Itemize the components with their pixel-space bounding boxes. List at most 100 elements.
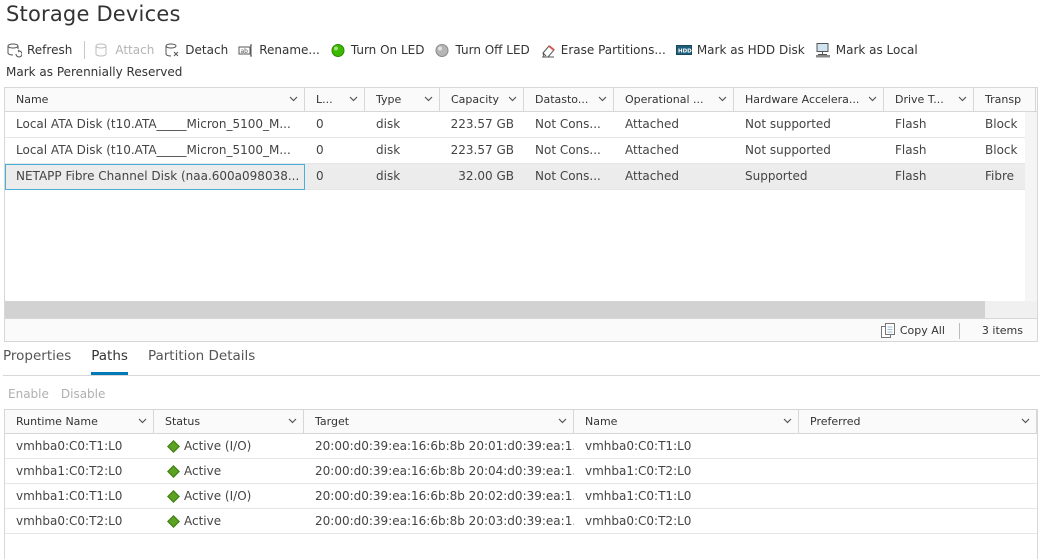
chevron-down-icon[interactable] <box>598 96 607 102</box>
table-row[interactable]: vmhba0:C0:T1:L0 Active (I/O) 20:00:d0:39:e… <box>5 434 1037 459</box>
vertical-scrollbar[interactable] <box>1025 112 1037 302</box>
column-header-datasto[interactable]: Datasto... <box>524 88 614 112</box>
cell-text: Attached <box>625 169 679 183</box>
rename-label: Rename... <box>259 43 320 57</box>
mark-perennially-reserved-button[interactable]: Mark as Perennially Reserved <box>6 65 1046 79</box>
column-header-name[interactable]: Name <box>574 410 799 434</box>
cell-runtime-name: vmhba1:C0:T1:L0 <box>5 484 154 509</box>
column-header-drive-t[interactable]: Drive T... <box>884 88 974 112</box>
chevron-down-icon[interactable] <box>349 96 358 102</box>
refresh-label: Refresh <box>27 43 73 57</box>
grid-footer: Copy All 3 items <box>5 318 1037 341</box>
chevron-down-icon[interactable] <box>718 96 727 102</box>
table-row[interactable]: NETAPP Fibre Channel Disk (naa.600a09803… <box>5 164 1037 190</box>
cell-text: Local ATA Disk (t10.ATA_____Micron_5100_… <box>16 117 291 131</box>
cell-text: Not supported <box>745 117 831 131</box>
chevron-down-icon[interactable] <box>508 96 517 102</box>
rename-icon: ab <box>238 42 254 58</box>
tab-properties[interactable]: Properties <box>3 346 71 375</box>
horizontal-scrollbar[interactable] <box>5 301 1037 318</box>
cell-datasto: Not Cons... <box>524 164 614 190</box>
cell-operational: Attached <box>614 138 734 164</box>
column-header-preferred[interactable]: Preferred <box>799 410 1037 434</box>
attach-button[interactable]: Attach <box>94 40 154 60</box>
cell-text: Not supported <box>745 143 831 157</box>
turn-on-led-label: Turn On LED <box>350 43 425 57</box>
copy-icon <box>880 322 896 339</box>
cell-text: disk <box>376 169 401 183</box>
detach-button[interactable]: Detach <box>164 40 228 60</box>
column-header-label: Runtime Name <box>16 415 98 428</box>
copy-all-button[interactable]: Copy All <box>880 322 945 339</box>
scrollbar-thumb[interactable] <box>5 301 985 318</box>
column-header-hardware-accelera[interactable]: Hardware Accelera... <box>734 88 884 112</box>
cell-text: Flash <box>895 117 927 131</box>
cell-hardware-accelera: Not supported <box>734 112 884 138</box>
mark-hdd-button[interactable]: HDD Mark as HDD Disk <box>675 40 805 60</box>
cell-text: vmhba1:C0:T2:L0 <box>585 464 692 478</box>
table-row[interactable]: Local ATA Disk (t10.ATA_____Micron_5100_… <box>5 112 1037 138</box>
chevron-down-icon[interactable] <box>558 418 567 424</box>
column-header-operational[interactable]: Operational ... <box>614 88 734 112</box>
cell-text: Fibre <box>985 169 1015 183</box>
erase-partitions-button[interactable]: Erase Partitions... <box>540 40 666 60</box>
chevron-down-icon[interactable] <box>1021 418 1030 424</box>
cell-type: disk <box>365 164 440 190</box>
turn-off-led-label: Turn Off LED <box>455 43 530 57</box>
column-header-type[interactable]: Type <box>365 88 440 112</box>
grid-header: Name L... Type Capacity Datasto... Operationa… <box>5 88 1037 112</box>
grid-body: Local ATA Disk (t10.ATA_____Micron_5100_… <box>5 112 1037 190</box>
cell-name: vmhba0:C0:T1:L0 <box>574 434 799 459</box>
mark-local-label: Mark as Local <box>835 43 918 57</box>
footer-divider <box>958 322 960 339</box>
column-header-label: Name <box>585 415 618 428</box>
chevron-down-icon[interactable] <box>868 96 877 102</box>
cell-name: vmhba1:C0:T1:L0 <box>574 484 799 509</box>
enable-button[interactable]: Enable <box>8 387 49 401</box>
chevron-down-icon[interactable] <box>958 96 967 102</box>
column-header-label: Type <box>376 93 402 106</box>
chevron-down-icon[interactable] <box>424 96 433 102</box>
cell-name: Local ATA Disk (t10.ATA_____Micron_5100_… <box>5 112 305 138</box>
refresh-icon <box>6 42 22 58</box>
cell-name: NETAPP Fibre Channel Disk (naa.600a09803… <box>5 164 305 190</box>
turn-off-led-button[interactable]: Turn Off LED <box>434 40 530 60</box>
tab-paths[interactable]: Paths <box>91 346 128 375</box>
mark-local-button[interactable]: Mark as Local <box>815 40 918 60</box>
column-header-target[interactable]: Target <box>304 410 574 434</box>
local-host-icon <box>815 42 831 58</box>
chevron-down-icon[interactable] <box>289 96 298 102</box>
table-row[interactable]: Local ATA Disk (t10.ATA_____Micron_5100_… <box>5 138 1037 164</box>
led-on-icon <box>330 42 346 58</box>
cell-text: Active (I/O) <box>184 489 252 503</box>
table-row[interactable]: vmhba1:C0:T2:L0 Active 20:00:d0:39:ea:16:6… <box>5 459 1037 484</box>
toolbar: Refresh Attach Detach ab Rename... Turn … <box>6 40 1046 79</box>
table-row[interactable]: vmhba0:C0:T2:L0 Active 20:00:d0:39:ea:16:6… <box>5 509 1037 534</box>
chevron-down-icon[interactable] <box>138 418 147 424</box>
table-row[interactable]: vmhba1:C0:T1:L0 Active (I/O) 20:00:d0:39:e… <box>5 484 1037 509</box>
active-status-icon <box>167 490 180 503</box>
column-header-l[interactable]: L... <box>305 88 365 112</box>
column-header-runtime-name[interactable]: Runtime Name <box>5 410 154 434</box>
column-header-name[interactable]: Name <box>5 88 305 112</box>
tab-partition-details[interactable]: Partition Details <box>148 346 255 375</box>
column-header-capacity[interactable]: Capacity <box>440 88 524 112</box>
cell-runtime-name: vmhba0:C0:T1:L0 <box>5 434 154 459</box>
disable-button[interactable]: Disable <box>61 387 106 401</box>
grid-body: vmhba0:C0:T1:L0 Active (I/O) 20:00:d0:39:e… <box>5 434 1037 534</box>
cell-type: disk <box>365 112 440 138</box>
column-header-status[interactable]: Status <box>154 410 304 434</box>
rename-button[interactable]: ab Rename... <box>238 40 320 60</box>
refresh-button[interactable]: Refresh <box>6 40 72 60</box>
cell-text: 0 <box>316 117 324 131</box>
active-status-icon <box>167 440 180 453</box>
column-header-label: Target <box>315 415 350 428</box>
column-header-transp[interactable]: Transp <box>974 88 1036 112</box>
cell-type: disk <box>365 138 440 164</box>
chevron-down-icon[interactable] <box>288 418 297 424</box>
column-header-label: Capacity <box>451 93 500 106</box>
turn-on-led-button[interactable]: Turn On LED <box>330 40 425 60</box>
cell-text: Not Cons... <box>535 169 601 183</box>
cell-text: vmhba0:C0:T1:L0 <box>16 439 123 453</box>
chevron-down-icon[interactable] <box>783 418 792 424</box>
